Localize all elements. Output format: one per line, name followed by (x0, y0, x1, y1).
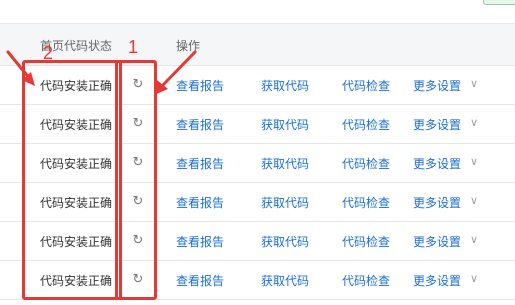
get-code-link[interactable]: 获取代码 (261, 233, 309, 250)
view-report-link[interactable]: 查看报告 (176, 116, 224, 133)
get-code-link[interactable]: 获取代码 (261, 155, 309, 172)
code-check-link[interactable]: 代码检查 (342, 194, 390, 211)
table-header: 首页代码状态 操作 (0, 24, 515, 66)
refresh-icon[interactable]: ↻ (131, 195, 145, 209)
chevron-down-icon[interactable]: ∨ (470, 194, 478, 207)
code-check-link[interactable]: 代码检查 (342, 116, 390, 133)
table-row: 代码安装正确 ↻ 查看报告 获取代码 代码检查 更多设置 ∨ (0, 222, 515, 261)
refresh-icon[interactable]: ↻ (131, 78, 145, 92)
chevron-down-icon[interactable]: ∨ (470, 116, 478, 129)
more-settings-link[interactable]: 更多设置 (413, 116, 461, 133)
code-check-link[interactable]: 代码检查 (342, 155, 390, 172)
get-code-link[interactable]: 获取代码 (261, 194, 309, 211)
more-settings-link[interactable]: 更多设置 (413, 194, 461, 211)
view-report-link[interactable]: 查看报告 (176, 272, 224, 289)
view-report-link[interactable]: 查看报告 (176, 194, 224, 211)
top-bar (0, 0, 515, 24)
code-check-link[interactable]: 代码检查 (342, 233, 390, 250)
view-report-link[interactable]: 查看报告 (176, 155, 224, 172)
chevron-down-icon[interactable]: ∨ (470, 155, 478, 168)
more-settings-link[interactable]: 更多设置 (413, 233, 461, 250)
view-report-link[interactable]: 查看报告 (176, 77, 224, 94)
chevron-down-icon[interactable]: ∨ (470, 233, 478, 246)
status-text: 代码安装正确 (40, 157, 113, 171)
status-text: 代码安装正确 (40, 274, 113, 288)
get-code-link[interactable]: 获取代码 (261, 272, 309, 289)
refresh-icon[interactable]: ↻ (131, 156, 145, 170)
more-settings-link[interactable]: 更多设置 (413, 155, 461, 172)
chevron-down-icon[interactable]: ∨ (470, 77, 478, 90)
site-code-table: 首页代码状态 操作 代码安装正确 ↻ 查看报告 获取代码 代码检查 更多设置 ∨… (0, 24, 515, 300)
code-check-link[interactable]: 代码检查 (342, 272, 390, 289)
header-ops: 操作 (176, 39, 201, 53)
table-row: 代码安装正确 ↻ 查看报告 获取代码 代码检查 更多设置 ∨ (0, 261, 515, 300)
get-code-link[interactable]: 获取代码 (261, 116, 309, 133)
status-text: 代码安装正确 (40, 235, 113, 249)
refresh-icon[interactable]: ↻ (131, 234, 145, 248)
status-text: 代码安装正确 (40, 79, 113, 93)
table-row: 代码安装正确 ↻ 查看报告 获取代码 代码检查 更多设置 ∨ (0, 105, 515, 144)
table-row: 代码安装正确 ↻ 查看报告 获取代码 代码检查 更多设置 ∨ (0, 66, 515, 105)
chevron-down-icon[interactable]: ∨ (470, 272, 478, 285)
status-text: 代码安装正确 (40, 196, 113, 210)
table-row: 代码安装正确 ↻ 查看报告 获取代码 代码检查 更多设置 ∨ (0, 183, 515, 222)
more-settings-link[interactable]: 更多设置 (413, 77, 461, 94)
refresh-icon[interactable]: ↻ (131, 273, 145, 287)
annotation-label-1: 1 (128, 37, 139, 57)
more-settings-link[interactable]: 更多设置 (413, 272, 461, 289)
status-text: 代码安装正确 (40, 118, 113, 132)
code-check-link[interactable]: 代码检查 (342, 77, 390, 94)
corner-button[interactable] (483, 0, 515, 5)
view-report-link[interactable]: 查看报告 (176, 233, 224, 250)
annotation-label-2: 2 (43, 43, 54, 63)
get-code-link[interactable]: 获取代码 (261, 77, 309, 94)
refresh-icon[interactable]: ↻ (131, 117, 145, 131)
table-row: 代码安装正确 ↻ 查看报告 获取代码 代码检查 更多设置 ∨ (0, 144, 515, 183)
